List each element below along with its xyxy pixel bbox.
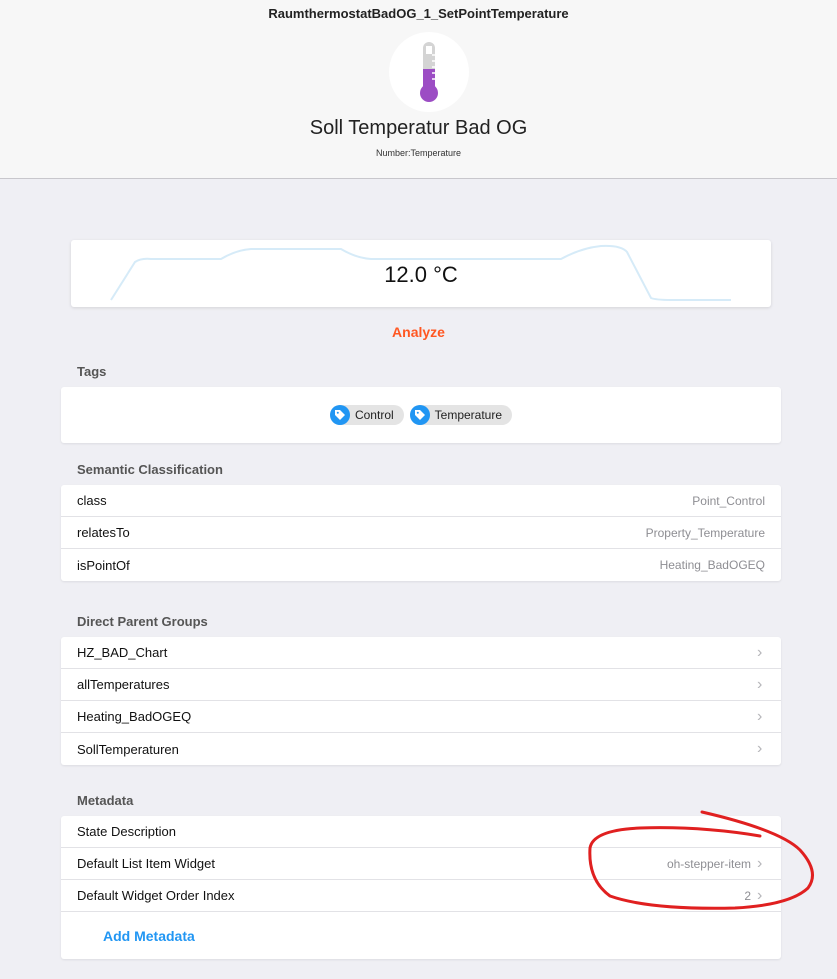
metadata-value: 2 [744, 888, 751, 903]
semantic-row-ispointof: isPointOf Heating_BadOGEQ [61, 549, 781, 581]
tag-icon [409, 405, 430, 425]
state-card[interactable]: 12.0 °C [71, 240, 771, 307]
tag-chip-temperature[interactable]: Temperature [409, 405, 513, 425]
semantic-value: Heating_BadOGEQ [659, 558, 765, 572]
semantic-card: class Point_Control relatesTo Property_T… [61, 485, 781, 581]
semantic-value: Point_Control [692, 493, 765, 508]
item-avatar [389, 32, 469, 112]
metadata-row-list-item-widget[interactable]: Default List Item Widget oh-stepper-item… [61, 848, 781, 880]
chevron-right-icon: › [757, 854, 763, 872]
item-name: RaumthermostatBadOG_1_SetPointTemperatur… [268, 6, 569, 21]
tags-card: Control Temperature [61, 387, 781, 443]
add-metadata-link[interactable]: Add Metadata [77, 928, 195, 944]
metadata-card: State Description Default List Item Widg… [61, 816, 781, 959]
item-type: Number:Temperature [375, 148, 462, 158]
semantic-title: Semantic Classification [77, 462, 223, 477]
semantic-row-class: class Point_Control [61, 485, 781, 517]
tag-chip-control[interactable]: Control [329, 405, 404, 425]
metadata-label: Default Widget Order Index [77, 888, 235, 903]
metadata-value: oh-stepper-item [666, 856, 751, 871]
tag-icon [329, 405, 350, 425]
chevron-right-icon: › [757, 886, 763, 904]
add-metadata-row[interactable]: Add Metadata [61, 912, 781, 959]
semantic-key: relatesTo [77, 525, 130, 540]
tags-title: Tags [77, 364, 107, 379]
group-label: HZ_BAD_Chart [77, 645, 168, 660]
group-label: Heating_BadOGEQ [77, 709, 192, 724]
chevron-right-icon: › [757, 707, 763, 725]
tag-chip-label: Temperature [434, 408, 503, 422]
metadata-row-widget-order-index[interactable]: Default Widget Order Index 2 › [61, 880, 781, 912]
group-link-solltemperaturen[interactable]: SollTemperaturen › [61, 733, 781, 765]
chevron-right-icon: › [757, 740, 763, 757]
item-label: Soll Temperatur Bad OG [309, 117, 528, 139]
groups-card: HZ_BAD_Chart › allTemperatures › Heating… [61, 637, 781, 765]
chevron-right-icon: › [757, 675, 763, 693]
group-link-heating-badogeq[interactable]: Heating_BadOGEQ › [61, 701, 781, 733]
metadata-title: Metadata [77, 793, 134, 808]
group-label: allTemperatures [77, 677, 170, 692]
semantic-row-relatesto: relatesTo Property_Temperature [61, 517, 781, 549]
semantic-key: class [77, 493, 107, 508]
metadata-label: Default List Item Widget [77, 856, 215, 871]
semantic-key: isPointOf [77, 557, 130, 573]
analyze-link[interactable]: Analyze [0, 324, 837, 340]
item-header: RaumthermostatBadOG_1_SetPointTemperatur… [0, 0, 837, 179]
thermometer-icon [420, 42, 438, 102]
tag-chip-label: Control [354, 408, 394, 422]
state-value: 12.0 °C [384, 262, 458, 287]
metadata-label: State Description [77, 824, 176, 839]
group-link-hz-bad-chart[interactable]: HZ_BAD_Chart › [61, 637, 781, 669]
semantic-value: Property_Temperature [645, 525, 765, 540]
group-label: SollTemperaturen [77, 741, 179, 757]
group-link-alltemperatures[interactable]: allTemperatures › [61, 669, 781, 701]
groups-title: Direct Parent Groups [77, 614, 208, 629]
metadata-row-state-description[interactable]: State Description [61, 816, 781, 848]
chevron-right-icon: › [757, 643, 763, 661]
